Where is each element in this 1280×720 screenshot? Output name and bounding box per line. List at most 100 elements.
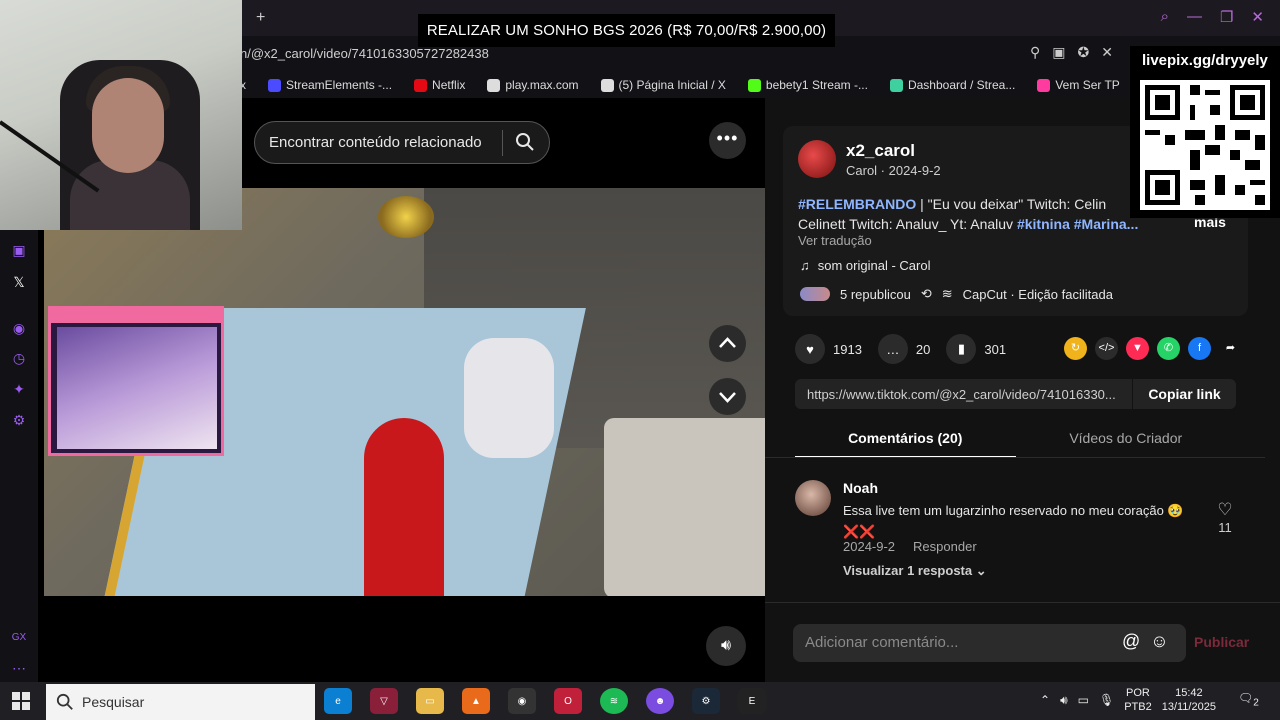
search-icon[interactable]	[515, 132, 535, 152]
hashtag[interactable]: #Marina...	[1070, 216, 1139, 232]
comment-author[interactable]: Noah	[843, 480, 878, 496]
url-field[interactable]: n/@x2_carol/video/7410163305727282438	[240, 46, 489, 61]
translate-icon[interactable]: ✪	[1078, 44, 1090, 61]
bookmark-item[interactable]: (5) Página Inicial / X	[600, 78, 726, 92]
tab-creator-videos[interactable]: Vídeos do Criador	[1016, 426, 1237, 458]
creator-subline: Carol · 2024-9-2	[846, 163, 941, 178]
comment-button[interactable]: … 20	[877, 334, 931, 364]
repost-avatars	[800, 287, 830, 301]
reposts-label[interactable]: 5 republicou	[840, 287, 911, 302]
start-button[interactable]	[12, 692, 30, 710]
donation-goal-banner: REALIZAR UM SONHO BGS 2026 (R$ 70,00/R$ …	[418, 14, 835, 47]
bookmark-item[interactable]: StreamElements -...	[268, 78, 392, 92]
repost-share-icon[interactable]: ↻	[1064, 337, 1087, 360]
extensions-icon[interactable]: ✦	[11, 381, 27, 397]
hashtag[interactable]: #RELEMBRANDO	[798, 196, 916, 212]
like-button[interactable]: ♥ 1913	[795, 334, 862, 364]
app-icon[interactable]: ▽	[370, 688, 398, 714]
emoji-icon[interactable]: ☺	[1150, 631, 1168, 652]
whatsapp-icon[interactable]: ✆	[1157, 337, 1180, 360]
player-icon[interactable]: ◉	[11, 320, 27, 336]
publish-button[interactable]: Publicar	[1194, 634, 1249, 650]
previous-video-button[interactable]	[709, 325, 746, 362]
facebook-icon[interactable]: f	[1188, 337, 1211, 360]
sound-label: som original - Carol	[817, 258, 931, 273]
bookmark-favicon-icon	[414, 78, 428, 92]
chevron-up-icon[interactable]: ⌃	[1040, 693, 1050, 707]
volume-icon[interactable]: 🔊︎	[1060, 693, 1068, 708]
spotify-icon[interactable]: ≋	[600, 688, 628, 714]
comment-like-button[interactable]: ♡ 11	[1214, 500, 1236, 535]
stream-logo	[378, 196, 434, 238]
close-icon[interactable]: ✕	[1251, 8, 1264, 26]
game-character-red	[364, 418, 444, 596]
clock[interactable]: 15:42 13/11/2025	[1162, 686, 1216, 714]
epic-games-icon[interactable]: E	[738, 688, 766, 714]
sound-link[interactable]: ♫ som original - Carol	[800, 258, 930, 273]
steam-icon[interactable]: ⚙	[692, 688, 720, 714]
share-link[interactable]: https://www.tiktok.com/@x2_carol/video/7…	[795, 387, 1135, 402]
bookmark-label: play.max.com	[505, 78, 579, 92]
window-controls: ⌕ — ❐ ✕	[1161, 8, 1264, 26]
bookmark-label: Netflix	[432, 78, 466, 92]
bookmark-item[interactable]: Dashboard / Strea...	[889, 78, 1016, 92]
embed-icon[interactable]: </>	[1095, 337, 1118, 360]
share-arrow-icon[interactable]: ➦	[1219, 337, 1242, 360]
translate-link[interactable]: Ver tradução	[798, 233, 872, 248]
pin-icon[interactable]: ⚲	[1030, 44, 1040, 61]
gx-icon[interactable]: GX	[11, 630, 27, 646]
capcut-label[interactable]: CapCut · Edição facilitada	[963, 287, 1113, 302]
twitch-icon[interactable]: ▣	[11, 242, 27, 258]
app-icon[interactable]: ▲	[462, 688, 490, 714]
x-icon[interactable]: 𝕏	[11, 274, 27, 290]
creator-username[interactable]: x2_carol	[846, 141, 915, 161]
view-replies-button[interactable]: Visualizar 1 resposta ⌄	[843, 563, 987, 579]
heart-outline-icon: ♡	[1217, 500, 1233, 519]
file-explorer-icon[interactable]: ▭	[416, 688, 444, 714]
microphone-icon[interactable]: 🎙︎	[1099, 693, 1114, 707]
new-tab-button[interactable]: +	[256, 9, 265, 27]
save-button[interactable]: ▮ 301	[946, 334, 1006, 364]
notifications-icon[interactable]: 🗨︎2	[1238, 691, 1259, 708]
input-language[interactable]: POR PTB2	[1124, 686, 1152, 714]
creator-avatar[interactable]	[798, 140, 836, 178]
bookmark-item[interactable]: Vem Ser TP	[1037, 78, 1120, 92]
volume-button[interactable]: 🔊︎	[706, 626, 746, 666]
discord-icon[interactable]: ☻	[646, 688, 674, 714]
system-tray: ⌃ 🔊︎ ▭ 🎙︎ POR PTB2 15:42 13/11/2025 🗨︎2	[1040, 686, 1259, 714]
bookmark-favicon-icon	[600, 78, 614, 92]
bookmark-item[interactable]: play.max.com	[487, 78, 579, 92]
bookmark-item[interactable]: Netflix	[414, 78, 465, 92]
bookmark-label: Dashboard / Strea...	[907, 78, 1016, 92]
obs-icon[interactable]: ◉	[508, 688, 536, 714]
extensions-icon[interactable]: ✕	[1101, 44, 1113, 61]
comment-count: 20	[915, 341, 931, 357]
search-icon[interactable]: ⌕	[1161, 8, 1169, 26]
tab-comments[interactable]: Comentários (20)	[795, 426, 1016, 458]
bookmark-item[interactable]: bebety1 Stream -...	[747, 78, 868, 92]
more-icon[interactable]: ⋯	[11, 660, 27, 676]
bookmark-favicon-icon	[747, 78, 761, 92]
network-icon[interactable]: ▭	[1078, 693, 1089, 707]
restore-icon[interactable]: ❐	[1220, 8, 1233, 26]
send-icon[interactable]: ▼	[1126, 337, 1149, 360]
edge-icon[interactable]: e	[324, 688, 352, 714]
post-actions: ♥ 1913 … 20 ▮ 301	[795, 334, 1022, 364]
mention-icon[interactable]: @	[1122, 631, 1140, 652]
opera-gx-icon[interactable]: O	[554, 688, 582, 714]
reply-button[interactable]: Responder	[913, 539, 977, 554]
hashtag[interactable]: #kitnina	[1017, 216, 1070, 232]
more-options-button[interactable]: •••	[709, 122, 746, 159]
keyboard-layout: PTB2	[1124, 701, 1152, 713]
copy-link-button[interactable]: Copiar link	[1132, 379, 1236, 409]
heart-icon: ♥	[795, 334, 825, 364]
minimize-icon[interactable]: —	[1187, 8, 1202, 26]
history-icon[interactable]: ◷	[11, 350, 27, 366]
related-search[interactable]: Encontrar conteúdo relacionado	[254, 121, 550, 164]
comment-avatar[interactable]	[795, 480, 831, 516]
screenshot-icon[interactable]: ▣	[1052, 44, 1065, 61]
notification-count: 2	[1253, 697, 1259, 709]
settings-icon[interactable]: ⚙	[11, 412, 27, 428]
taskbar-search[interactable]: Pesquisar	[46, 684, 315, 720]
next-video-button[interactable]	[709, 378, 746, 415]
